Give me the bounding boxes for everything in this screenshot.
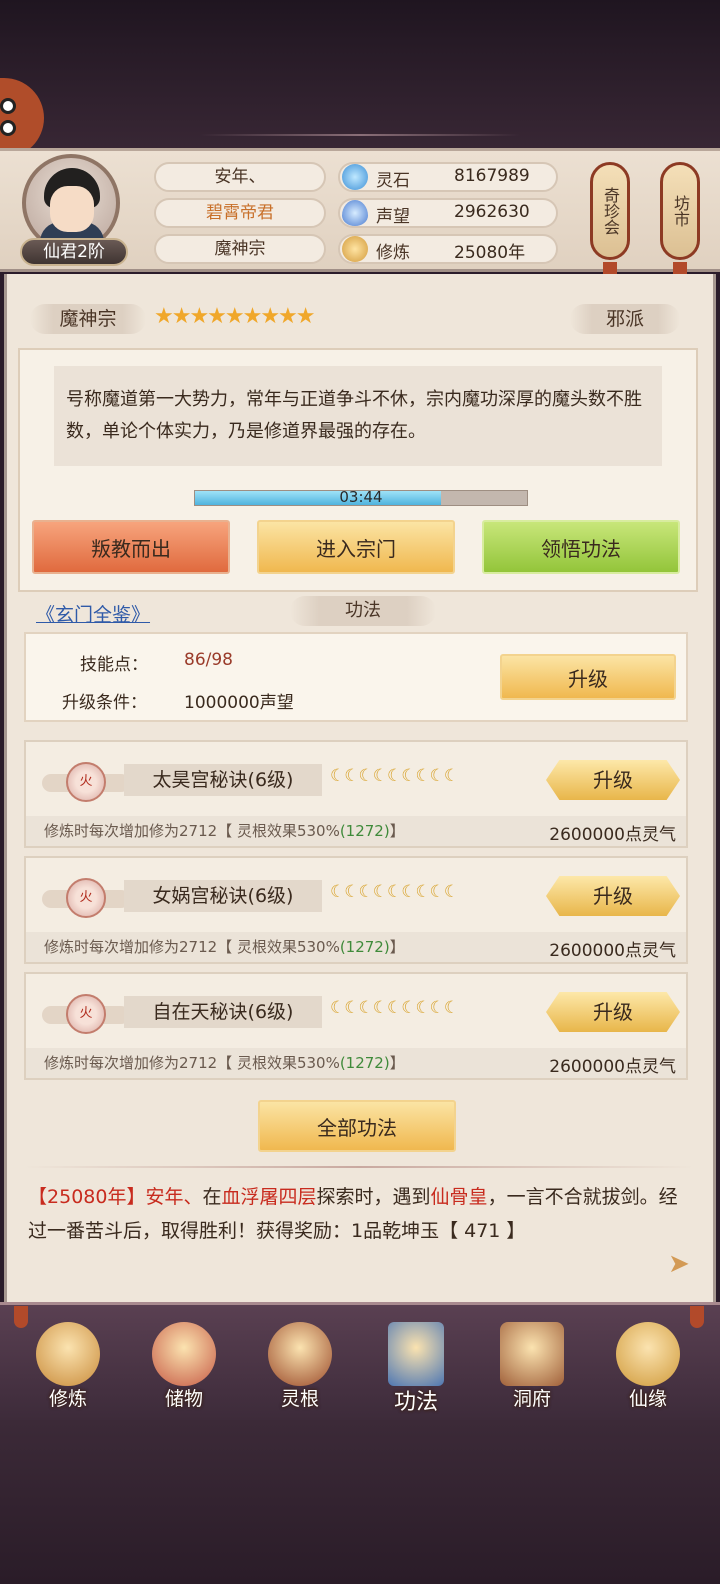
technique-card: 火 太昊宫秘诀(6级) ☾☾☾☾☾☾☾☾☾ 升级 修炼时每次增加修为2712【 … [24, 740, 688, 848]
next-arrow-icon[interactable]: ➤ [668, 1250, 696, 1278]
fire-element-icon: 火 [66, 994, 106, 1034]
comprehend-technique-button[interactable]: 领悟功法 [482, 520, 680, 574]
technique-cost: 2600000点灵气 [549, 825, 676, 845]
fire-element-icon: 火 [66, 878, 106, 918]
nav-storage[interactable]: 储物 [136, 1322, 232, 1418]
nav-cultivate[interactable]: 修炼 [20, 1322, 116, 1418]
sect-stars: ★★★★★★★★★ [154, 304, 316, 329]
moon-level-icons: ☾☾☾☾☾☾☾☾☾ [330, 882, 459, 902]
technique-card: 火 自在天秘诀(6级) ☾☾☾☾☾☾☾☾☾ 升级 修炼时每次增加修为2712【 … [24, 972, 688, 1080]
spirit-stone-icon [342, 164, 368, 190]
upgrade-condition-label: 升级条件： [62, 693, 147, 713]
sect-description: 号称魔道第一大势力，常年与正道争斗不休，宗内魔功深厚的魔头数不胜数，单论个体实力… [54, 366, 662, 466]
nav-label: 功法 [393, 1390, 438, 1415]
timer-progress-bar: 03:44 [194, 488, 528, 506]
stat-label: 修炼 [376, 243, 410, 263]
meditating-monk-icon [36, 1322, 100, 1386]
timer-text: 03:44 [339, 488, 383, 506]
technique-effect: 修炼时每次增加修为2712【 灵根效果530%(1272)】 [44, 1054, 405, 1072]
player-rank: 仙君2阶 [20, 238, 128, 266]
spirit-root-icon [268, 1322, 332, 1386]
nav-label: 仙缘 [628, 1388, 667, 1410]
market-tag[interactable]: 坊市 [660, 162, 700, 260]
player-name: 安年、 [154, 162, 326, 192]
upgrade-technique-button[interactable]: 升级 [546, 992, 680, 1032]
nav-label: 灵根 [280, 1388, 319, 1410]
technique-name: 女娲宫秘诀(6级) [124, 880, 322, 912]
sect-name: 魔神宗 [30, 304, 146, 334]
technique-cost: 2600000点灵气 [549, 1057, 676, 1077]
section-title: 功法 [290, 596, 436, 626]
technique-name: 自在天秘诀(6级) [124, 996, 322, 1028]
moon-level-icons: ☾☾☾☾☾☾☾☾☾ [330, 998, 459, 1018]
stat-label: 声望 [376, 207, 410, 227]
stat-value: 8167989 [454, 166, 530, 186]
cave-house-icon [500, 1322, 564, 1386]
technique-name: 太昊宫秘诀(6级) [124, 764, 322, 796]
ornament-divider [24, 1166, 694, 1168]
treasure-bag-icon [152, 1322, 216, 1386]
nav-label: 储物 [164, 1388, 203, 1410]
stat-value: 2962630 [454, 202, 530, 222]
scripture-book-icon [388, 1322, 444, 1386]
nav-label: 修炼 [48, 1388, 87, 1410]
leave-sect-button[interactable]: 叛教而出 [32, 520, 230, 574]
nav-spirit-root[interactable]: 灵根 [252, 1322, 348, 1418]
moon-level-icons: ☾☾☾☾☾☾☾☾☾ [330, 766, 459, 786]
upgrade-condition-value: 1000000声望 [184, 693, 294, 713]
cultivation-icon [342, 236, 368, 262]
skill-points-value: 86/98 [184, 650, 233, 670]
enter-sect-button[interactable]: 进入宗门 [257, 520, 455, 574]
rare-treasure-tag[interactable]: 奇珍会 [590, 162, 630, 260]
all-techniques-button[interactable]: 全部功法 [258, 1100, 456, 1152]
skill-points-label: 技能点： [80, 655, 148, 675]
technique-effect: 修炼时每次增加修为2712【 灵根效果530%(1272)】 [44, 938, 405, 956]
event-log: 【25080年】安年、在血浮屠四层探索时，遇到仙骨皇，一言不合就拔剑。经过一番苦… [28, 1186, 678, 1242]
ornament-divider [200, 134, 520, 136]
bottom-background [0, 1420, 720, 1584]
top-background [0, 0, 720, 160]
stat-label: 灵石 [376, 171, 410, 191]
nav-cave[interactable]: 洞府 [484, 1322, 580, 1418]
player-title: 碧霄帝君 [154, 198, 326, 228]
gourd-icon [616, 1322, 680, 1386]
xuanmen-guide-link[interactable]: 《玄门全鉴》 [36, 600, 150, 627]
upgrade-technique-button[interactable]: 升级 [546, 876, 680, 916]
nav-label: 洞府 [512, 1388, 551, 1410]
fire-element-icon: 火 [66, 762, 106, 802]
upgrade-skill-points-button[interactable]: 升级 [500, 654, 676, 700]
technique-cost: 2600000点灵气 [549, 941, 676, 961]
technique-effect: 修炼时每次增加修为2712【 灵根效果530%(1272)】 [44, 822, 405, 840]
sect-alignment: 邪派 [570, 304, 680, 334]
technique-card: 火 女娲宫秘诀(6级) ☾☾☾☾☾☾☾☾☾ 升级 修炼时每次增加修为2712【 … [24, 856, 688, 964]
stat-value: 25080年 [454, 243, 526, 263]
upgrade-technique-button[interactable]: 升级 [546, 760, 680, 800]
reputation-icon [342, 200, 368, 226]
player-sect: 魔神宗 [154, 234, 326, 264]
nav-fate[interactable]: 仙缘 [600, 1322, 696, 1418]
nav-technique[interactable]: 功法 [368, 1322, 464, 1418]
